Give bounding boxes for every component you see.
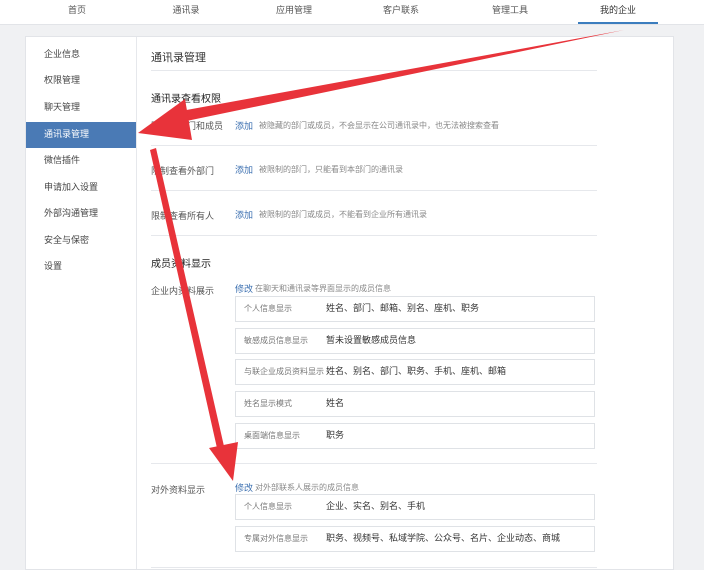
info-value: 暂未设置敏感成员信息 — [326, 336, 417, 346]
section-title-member-display: 成员资料显示 — [151, 259, 211, 270]
page-title: 通讯录管理 — [151, 51, 206, 64]
row-label-restrict-dept: 限制查看外部门 — [151, 167, 215, 177]
info-key: 专属对外信息显示 — [244, 534, 308, 543]
main-content: 通讯录管理 通讯录查看权限 隐藏的部门和成员 添加 被隐藏的部门或成员，不会显示… — [137, 37, 673, 569]
info-value: 姓名 — [326, 399, 345, 409]
divider — [151, 567, 597, 568]
row-desc-restrict-all: 被限制的部门或成员，不能看到企业所有通讯录 — [259, 210, 427, 219]
section-title-view-permissions: 通讯录查看权限 — [151, 94, 221, 105]
nav-customer-contact[interactable]: 客户联系 — [361, 0, 441, 22]
sidebar-item-chat-management[interactable]: 聊天管理 — [26, 95, 136, 121]
divider — [151, 145, 597, 146]
row-label-restrict-all: 限制查看所有人 — [151, 212, 215, 222]
nav-home[interactable]: 首页 — [37, 0, 117, 22]
nav-my-company[interactable]: 我的企业 — [578, 0, 658, 24]
divider — [151, 463, 597, 464]
add-hidden-link[interactable]: 添加 — [235, 119, 253, 132]
info-key: 个人信息显示 — [244, 304, 292, 313]
sidebar-item-security[interactable]: 安全与保密 — [26, 228, 136, 254]
sidebar-item-contacts-management[interactable]: 通讯录管理 — [26, 122, 136, 148]
row-label-internal: 企业内资料展示 — [151, 287, 215, 297]
row-label-hidden: 隐藏的部门和成员 — [151, 122, 224, 132]
info-key: 桌面端信息显示 — [244, 431, 300, 440]
info-key: 姓名显示模式 — [244, 399, 292, 408]
row-desc-external: 对外部联系人展示的成员信息 — [255, 483, 359, 492]
add-restrict-dept-link[interactable]: 添加 — [235, 163, 253, 176]
sidebar-item-join-settings[interactable]: 申请加入设置 — [26, 175, 136, 201]
edit-external-link[interactable]: 修改 — [235, 481, 253, 494]
top-nav: 首页 通讯录 应用管理 客户联系 管理工具 我的企业 — [0, 0, 704, 25]
divider — [151, 235, 597, 236]
settings-panel: 企业信息 权限管理 聊天管理 通讯录管理 微信插件 申请加入设置 外部沟通管理 … — [25, 36, 674, 570]
divider — [151, 70, 597, 71]
info-key: 敏感成员信息显示 — [244, 336, 308, 345]
info-box-sensitive: 敏感成员信息显示 暂未设置敏感成员信息 — [235, 328, 595, 354]
info-box-external-exclusive: 专属对外信息显示 职务、视频号、私域学院、公众号、名片、企业动态、商城 — [235, 526, 595, 552]
edit-internal-link[interactable]: 修改 — [235, 282, 253, 295]
info-value: 职务、视频号、私域学院、公众号、名片、企业动态、商城 — [326, 534, 561, 544]
sidebar-item-permissions[interactable]: 权限管理 — [26, 68, 136, 94]
nav-app-management[interactable]: 应用管理 — [254, 0, 334, 22]
info-box-personal: 个人信息显示 姓名、部门、邮箱、别名、座机、职务 — [235, 296, 595, 322]
info-value: 职务 — [326, 431, 345, 441]
sidebar-item-company-info[interactable]: 企业信息 — [26, 42, 136, 68]
info-key: 个人信息显示 — [244, 502, 292, 511]
info-value: 姓名、别名、部门、职务、手机、座机、邮箱 — [326, 367, 507, 377]
info-value: 企业、实名、别名、手机 — [326, 502, 426, 512]
row-desc-restrict-dept: 被限制的部门，只能看到本部门的通讯录 — [259, 165, 403, 174]
sidebar-item-settings[interactable]: 设置 — [26, 254, 136, 280]
info-key: 与联企业成员资料显示 — [244, 367, 324, 376]
info-box-name-mode: 姓名显示模式 姓名 — [235, 391, 595, 417]
row-desc-internal: 在聊天和通讯录等界面显示的成员信息 — [255, 284, 391, 293]
info-box-external-personal: 个人信息显示 企业、实名、别名、手机 — [235, 494, 595, 520]
info-box-desktop: 桌面端信息显示 职务 — [235, 423, 595, 449]
row-desc-hidden: 被隐藏的部门或成员，不会显示在公司通讯录中，也无法被搜索查看 — [259, 121, 499, 130]
row-label-external: 对外资料显示 — [151, 486, 206, 496]
add-restrict-all-link[interactable]: 添加 — [235, 208, 253, 221]
info-box-linked-company: 与联企业成员资料显示 姓名、别名、部门、职务、手机、座机、邮箱 — [235, 359, 595, 385]
divider — [151, 190, 597, 191]
nav-contacts[interactable]: 通讯录 — [146, 0, 226, 22]
sidebar: 企业信息 权限管理 聊天管理 通讯录管理 微信插件 申请加入设置 外部沟通管理 … — [26, 37, 137, 569]
sidebar-item-external-communication[interactable]: 外部沟通管理 — [26, 201, 136, 227]
sidebar-item-wechat-plugin[interactable]: 微信插件 — [26, 148, 136, 174]
nav-management-tools[interactable]: 管理工具 — [470, 0, 550, 22]
info-value: 姓名、部门、邮箱、别名、座机、职务 — [326, 304, 480, 314]
